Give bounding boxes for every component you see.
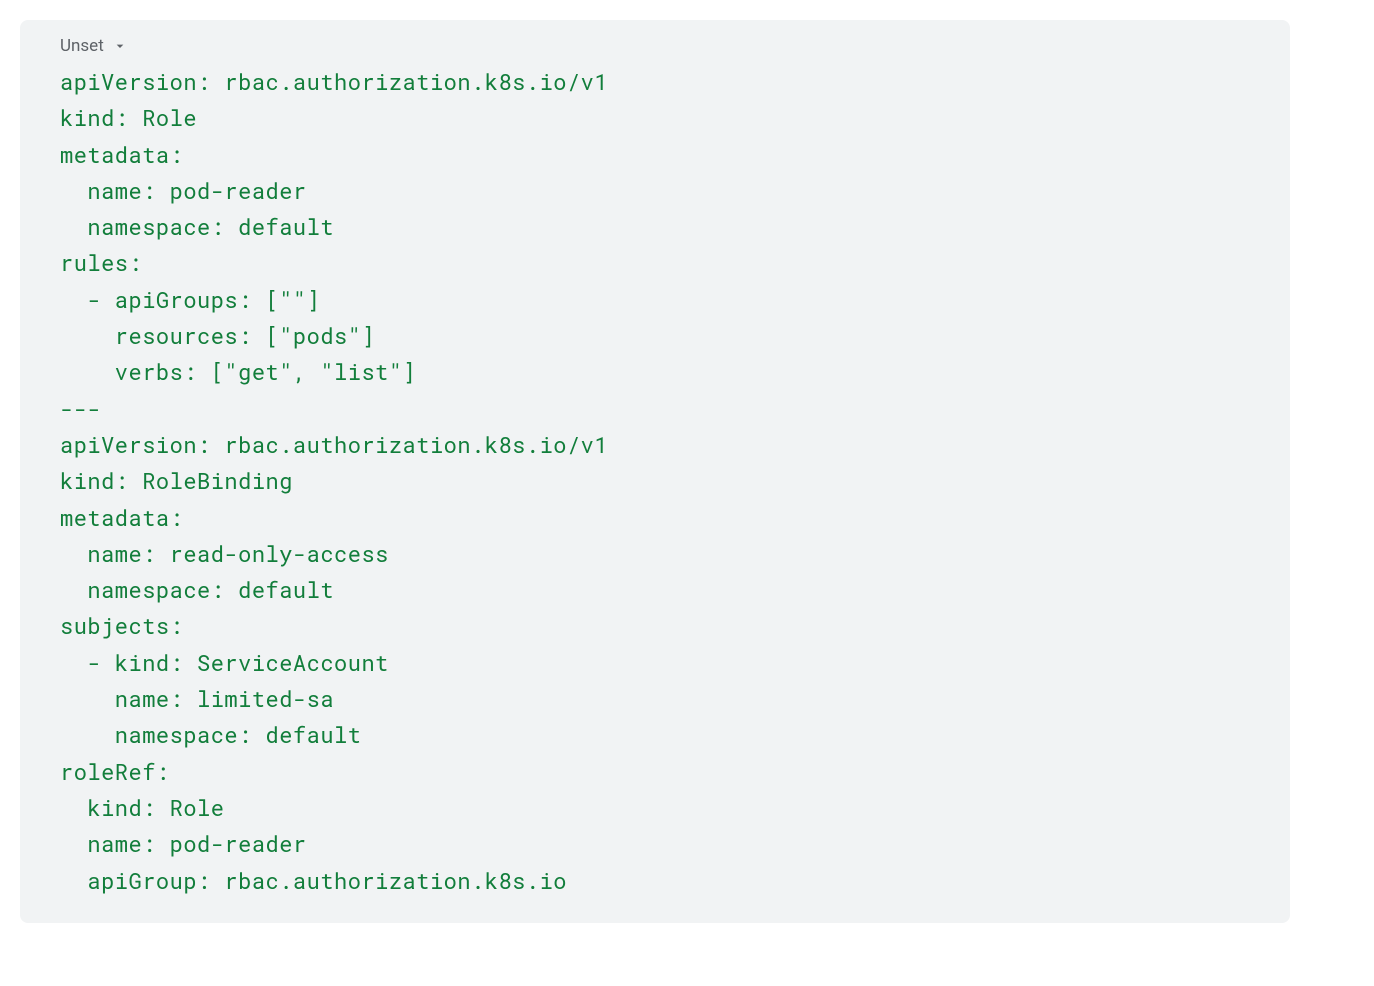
chevron-down-icon[interactable] <box>112 38 128 54</box>
code-block-header: Unset <box>44 36 1266 56</box>
code-content: apiVersion: rbac.authorization.k8s.io/v1… <box>44 64 1266 899</box>
code-block-container: Unset apiVersion: rbac.authorization.k8s… <box>20 20 1290 923</box>
language-selector-label[interactable]: Unset <box>60 36 104 56</box>
